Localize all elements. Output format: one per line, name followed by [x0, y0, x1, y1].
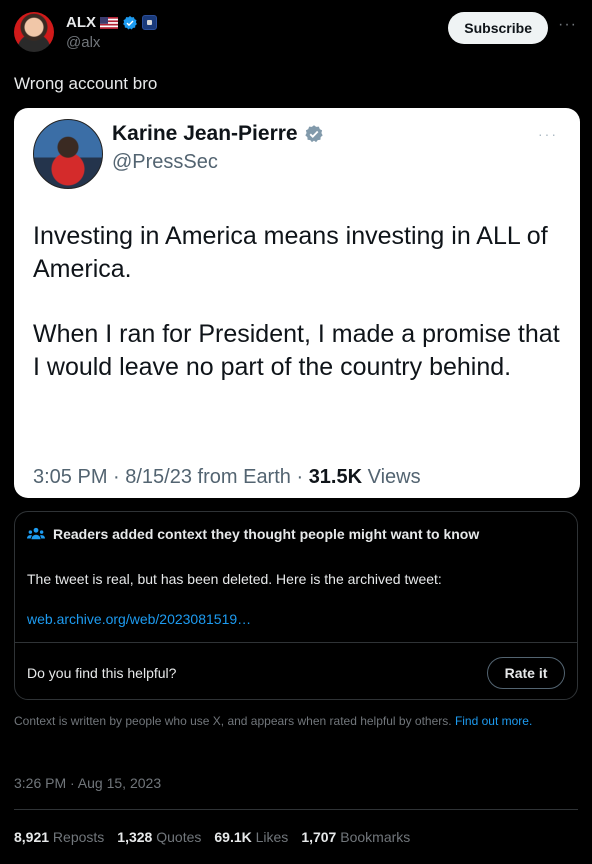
community-note-title: Readers added context they thought peopl…: [53, 526, 480, 542]
author-handle[interactable]: @alx: [66, 34, 100, 51]
likes-stat[interactable]: 69.1K Likes: [214, 829, 288, 845]
quotes-stat[interactable]: 1,328 Quotes: [117, 829, 201, 845]
verified-badge-icon[interactable]: [122, 15, 138, 31]
notes-disclaimer: Context is written by people who use X, …: [14, 713, 574, 729]
reposts-count: 8,921: [14, 829, 50, 845]
bookmarks-stat[interactable]: 1,707 Bookmarks: [301, 829, 410, 845]
engagement-stats: 8,921 Reposts 1,328 Quotes 69.1K Likes 1…: [14, 829, 410, 845]
tweet-text: Wrong account bro: [14, 74, 158, 93]
author-name-row: ALX: [66, 14, 157, 31]
likes-label: Likes: [251, 829, 289, 845]
embedded-tweet-body: Investing in America means investing in …: [33, 220, 563, 416]
archive-link[interactable]: web.archive.org/web/2023081519…: [27, 611, 251, 627]
community-note-header: Readers added context they thought peopl…: [27, 526, 479, 542]
embedded-paragraph-1: Investing in America means investing in …: [33, 222, 548, 283]
tweet-header: ALX @alx Subscribe ···: [14, 12, 578, 56]
embedded-name-row: Karine Jean-Pierre: [112, 122, 324, 146]
embedded-author-name: Karine Jean-Pierre: [112, 122, 298, 145]
find-out-more-link[interactable]: Find out more.: [455, 714, 532, 728]
tweet-timestamp[interactable]: 3:26 PM · Aug 15, 2023: [14, 775, 161, 791]
embedded-more-icon: ···: [538, 126, 558, 142]
affiliate-badge-icon[interactable]: [142, 15, 157, 30]
embedded-views-count: 31.5K: [308, 466, 363, 488]
disclaimer-text: Context is written by people who use X, …: [14, 714, 455, 728]
helpful-question: Do you find this helpful?: [27, 665, 177, 681]
likes-count: 69.1K: [214, 829, 252, 845]
embedded-views-label: Views: [362, 466, 421, 488]
embedded-paragraph-2: When I ran for President, I made a promi…: [33, 320, 560, 381]
quotes-count: 1,328: [117, 829, 153, 845]
bookmarks-count: 1,707: [301, 829, 337, 845]
stats-divider: [14, 809, 578, 810]
embedded-author-handle: @PressSec: [112, 151, 218, 173]
bookmarks-label: Bookmarks: [336, 829, 411, 845]
reposts-label: Reposts: [49, 829, 105, 845]
notes-divider: [15, 642, 577, 643]
embedded-meta: 3:05 PM · 8/15/23 from Earth · 31.5K Vie…: [33, 466, 421, 489]
reposts-stat[interactable]: 8,921 Reposts: [14, 829, 104, 845]
embedded-meta-prefix: 3:05 PM · 8/15/23 from Earth ·: [33, 466, 309, 488]
us-flag-icon: [100, 16, 118, 29]
embedded-tweet-image[interactable]: Karine Jean-Pierre @PressSec ··· Investi…: [14, 108, 580, 498]
gray-verified-badge-icon: [304, 125, 323, 143]
author-avatar[interactable]: [14, 12, 54, 52]
subscribe-button[interactable]: Subscribe: [448, 12, 548, 44]
people-icon: [27, 527, 45, 540]
rate-it-button[interactable]: Rate it: [487, 657, 565, 689]
quotes-label: Quotes: [152, 829, 202, 845]
community-note-body: The tweet is real, but has been deleted.…: [27, 571, 442, 587]
more-options-icon[interactable]: ···: [558, 17, 578, 36]
author-name[interactable]: ALX: [66, 14, 96, 31]
embedded-avatar: [33, 119, 103, 189]
community-note: Readers added context they thought peopl…: [14, 511, 578, 700]
